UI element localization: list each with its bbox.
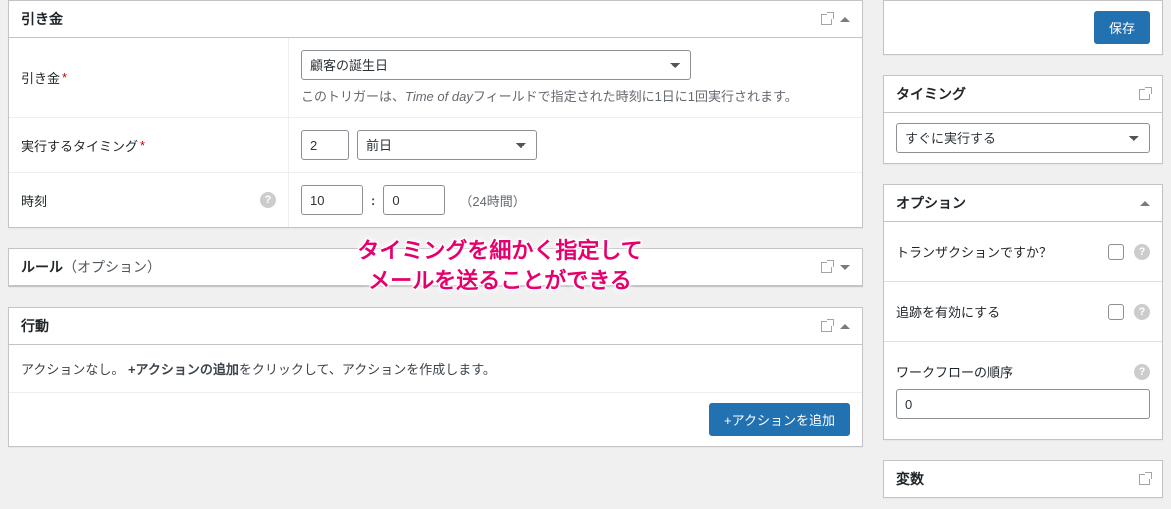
chevron-up-icon[interactable] (1140, 201, 1150, 206)
help-icon[interactable]: ? (1134, 304, 1150, 320)
divider (884, 281, 1162, 282)
time-hint: （24時間） (459, 191, 525, 210)
chevron-up-icon[interactable] (840, 324, 850, 329)
tracking-checkbox[interactable] (1108, 304, 1124, 320)
add-action-button[interactable]: +アクションを追加 (709, 403, 850, 436)
trigger-label: 引き金* (9, 38, 289, 117)
timing-unit-select[interactable]: 前日 (357, 130, 537, 160)
external-link-icon[interactable] (821, 14, 832, 25)
save-panel: 保存 (883, 0, 1163, 55)
timing-panel: タイミング すぐに実行する (883, 75, 1163, 164)
timing-select[interactable]: すぐに実行する (896, 123, 1150, 153)
actions-panel-header[interactable]: 行動 (9, 308, 862, 345)
timing-label: 実行するタイミング* (9, 118, 289, 172)
actions-panel-title: 行動 (21, 316, 49, 336)
timing-number-input[interactable] (301, 130, 349, 160)
time-colon: : (371, 193, 375, 208)
order-label: ワークフローの順序 (896, 362, 1013, 381)
trigger-panel-header[interactable]: 引き金 (9, 1, 862, 38)
rules-panel: ルール（オプション） (8, 248, 863, 287)
external-link-icon[interactable] (821, 321, 832, 332)
help-icon[interactable]: ? (1134, 244, 1150, 260)
external-link-icon[interactable] (1139, 474, 1150, 485)
options-panel-header[interactable]: オプション (884, 185, 1162, 222)
help-icon[interactable]: ? (260, 192, 276, 208)
trigger-panel-title: 引き金 (21, 9, 63, 29)
variables-panel-title: 変数 (896, 469, 924, 489)
trigger-panel: 引き金 引き金* 顧客の誕生日 このトリガーは、T (8, 0, 863, 228)
timing-panel-title: タイミング (896, 84, 966, 104)
transactional-checkbox[interactable] (1108, 244, 1124, 260)
actions-empty-text: アクションなし。 +アクションの追加をクリックして、アクションを作成します。 (9, 345, 862, 392)
save-button[interactable]: 保存 (1094, 11, 1150, 44)
external-link-icon[interactable] (821, 262, 832, 273)
chevron-down-icon[interactable] (840, 265, 850, 270)
divider (884, 341, 1162, 342)
external-link-icon[interactable] (1139, 89, 1150, 100)
options-panel-title: オプション (896, 193, 966, 213)
rules-panel-title: ルール（オプション） (21, 257, 161, 277)
actions-panel: 行動 アクションなし。 +アクションの追加をクリックして、アクションを作成します… (8, 307, 863, 447)
variables-panel-header[interactable]: 変数 (884, 461, 1162, 497)
order-input[interactable] (896, 389, 1150, 419)
rules-panel-header[interactable]: ルール（オプション） (9, 249, 862, 286)
tracking-label: 追跡を有効にする (896, 302, 1000, 321)
time-label: 時刻 ? (9, 173, 289, 227)
trigger-description: このトリガーは、Time of dayフィールドで指定された時刻に1日に1回実行… (301, 86, 850, 105)
options-panel: オプション トランザクションですか？ ? 追跡を有効にする (883, 184, 1163, 440)
help-icon[interactable]: ? (1134, 364, 1150, 380)
timing-panel-header[interactable]: タイミング (884, 76, 1162, 113)
time-minute-input[interactable] (383, 185, 445, 215)
time-hour-input[interactable] (301, 185, 363, 215)
trigger-select[interactable]: 顧客の誕生日 (301, 50, 691, 80)
transactional-label: トランザクションですか？ (896, 242, 1052, 261)
variables-panel: 変数 (883, 460, 1163, 498)
chevron-up-icon[interactable] (840, 17, 850, 22)
